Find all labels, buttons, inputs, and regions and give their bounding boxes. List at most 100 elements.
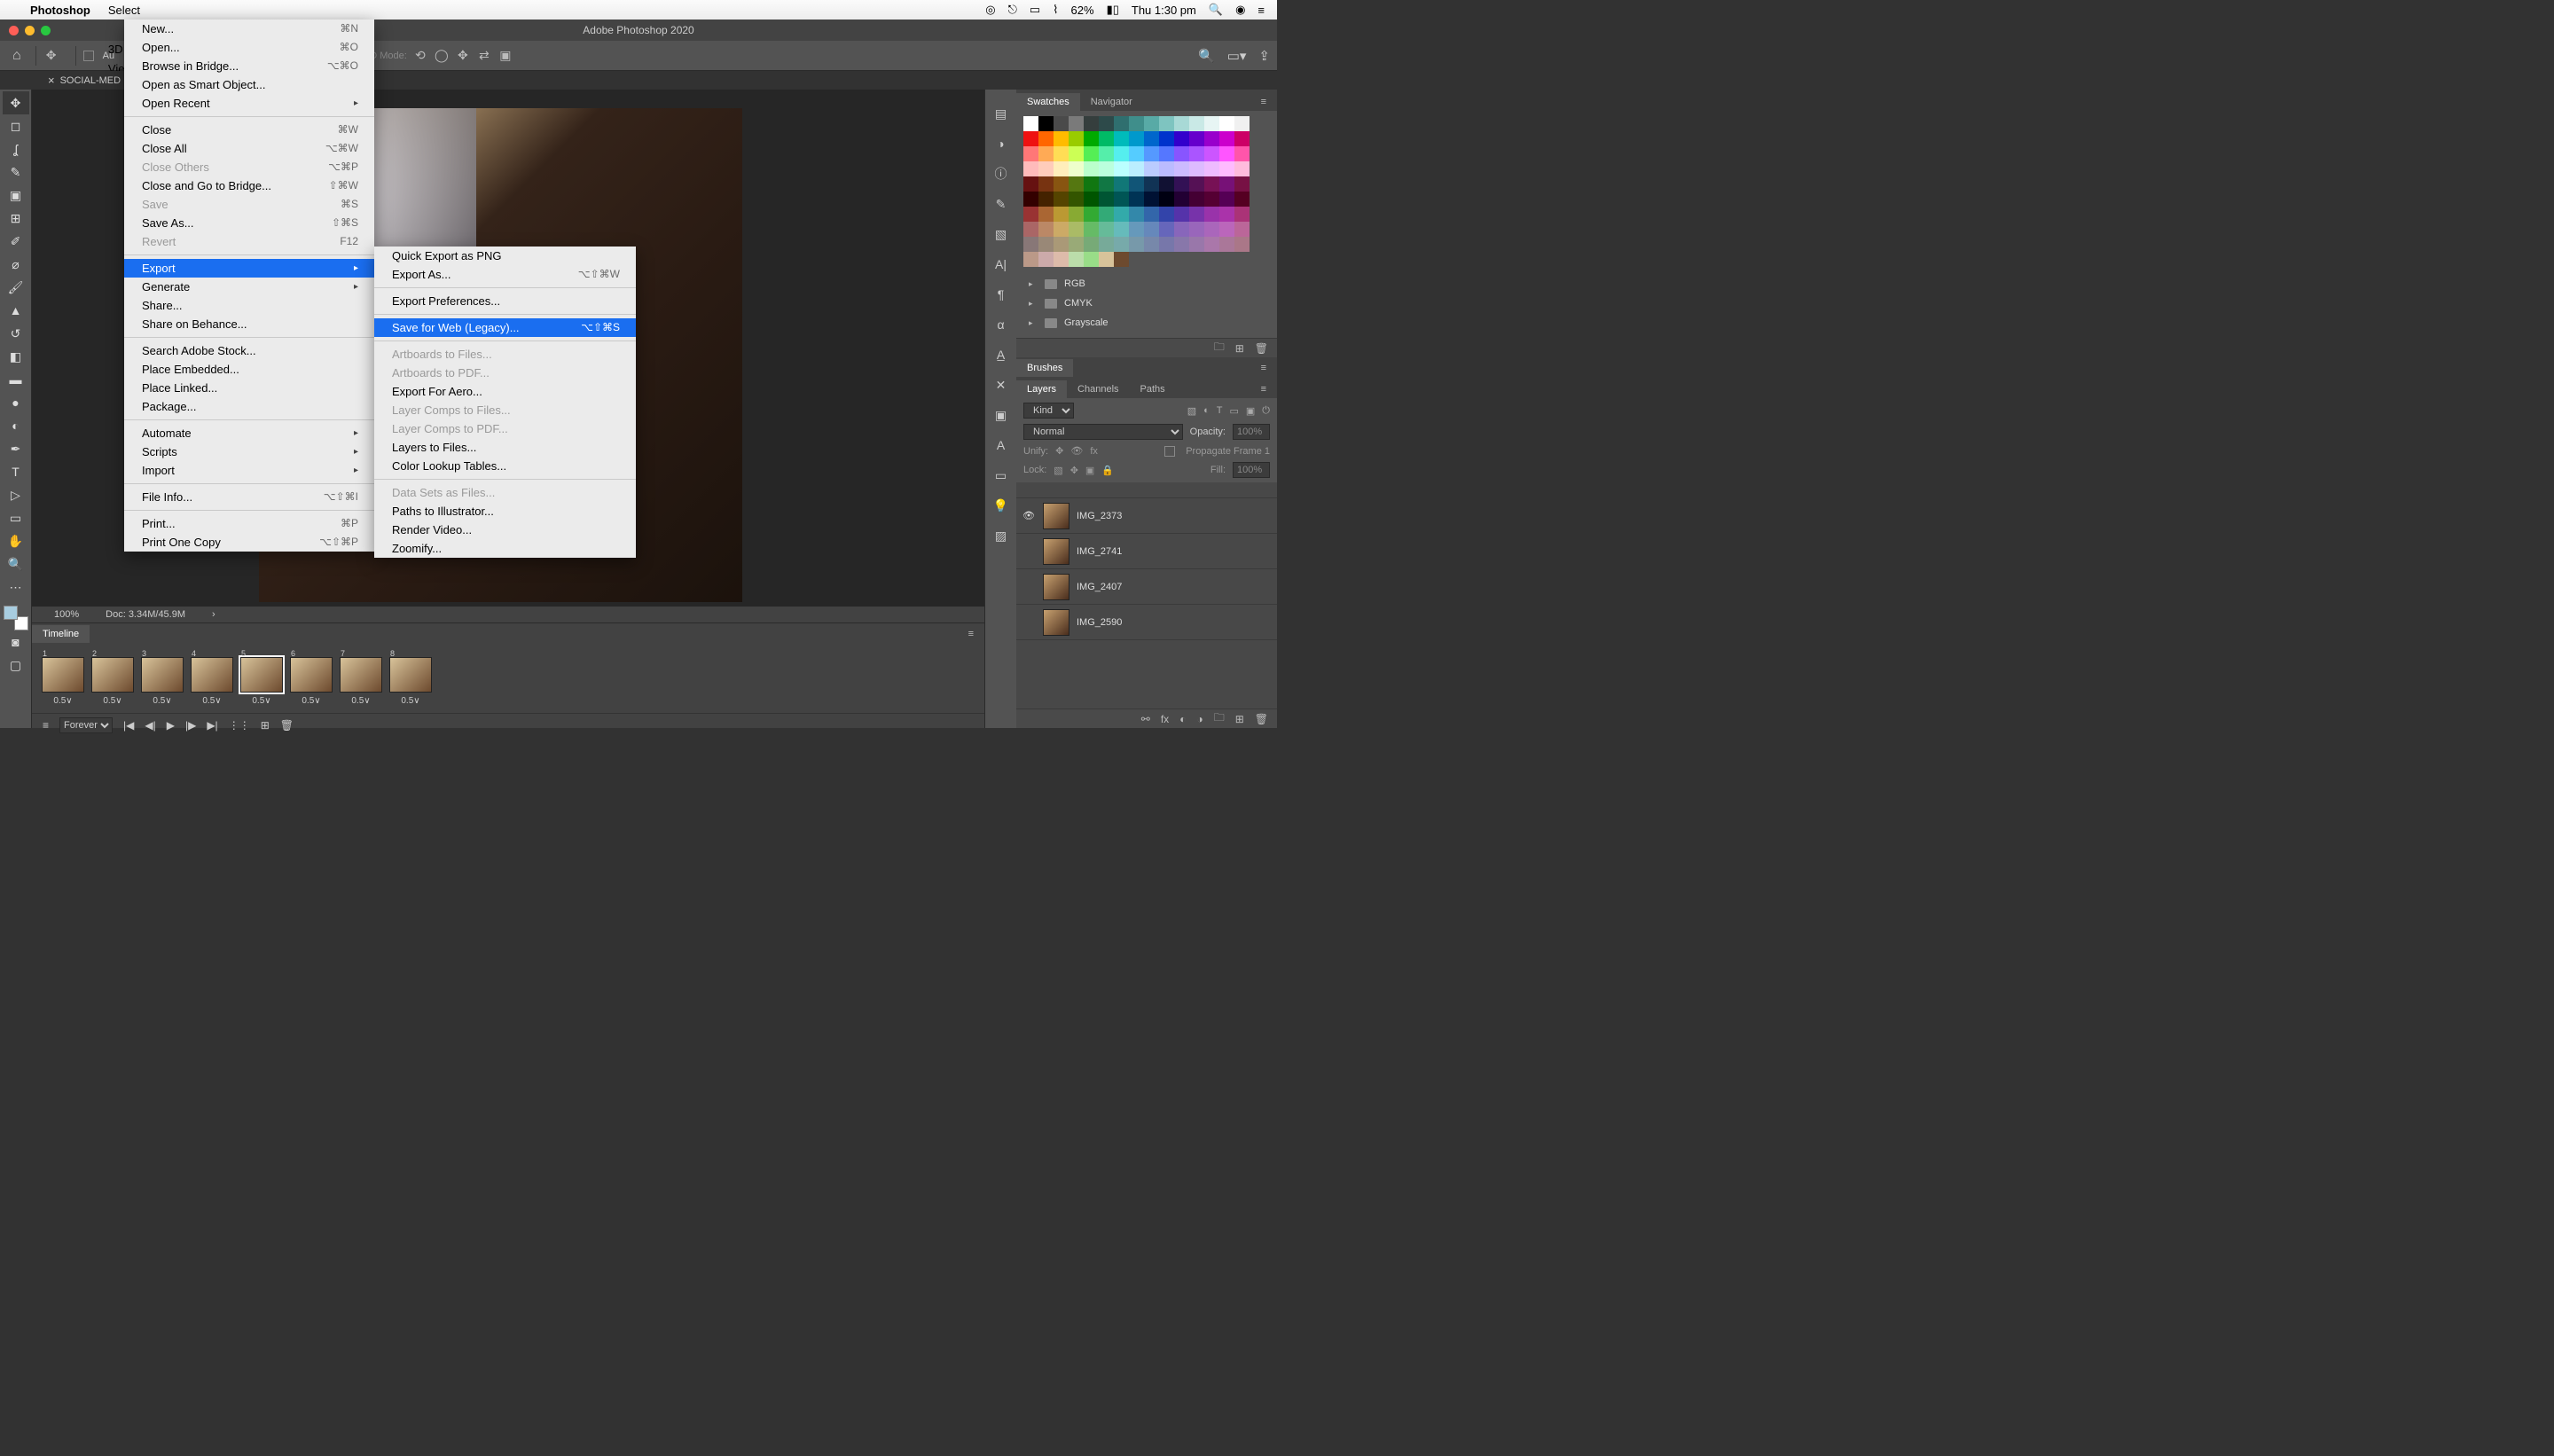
lock-position-icon[interactable]: ✥ xyxy=(1070,465,1078,476)
menu-select[interactable]: Select xyxy=(99,0,158,20)
swatch[interactable] xyxy=(1129,237,1144,252)
swatch[interactable] xyxy=(1159,161,1174,176)
status-arrow-icon[interactable]: › xyxy=(212,609,215,620)
quick-select-tool[interactable]: ✎ xyxy=(3,160,29,184)
swatch[interactable] xyxy=(1174,161,1189,176)
zoom-tool[interactable]: 🔍 xyxy=(3,552,29,575)
lock-pixels-icon[interactable]: ▧ xyxy=(1054,465,1062,476)
swatch[interactable] xyxy=(1159,131,1174,146)
swatch[interactable] xyxy=(1038,161,1054,176)
properties-panel-icon[interactable]: ✕ xyxy=(990,373,1013,396)
layer-mask-icon[interactable]: ◐ xyxy=(1179,713,1186,725)
menu-item[interactable]: Open as Smart Object... xyxy=(124,75,374,94)
visibility-icon[interactable]: 👁 xyxy=(1022,510,1036,521)
swatch[interactable] xyxy=(1023,252,1038,267)
swatch[interactable] xyxy=(1159,146,1174,161)
swatch[interactable] xyxy=(1219,176,1234,192)
workspace-icon[interactable]: ▭▾ xyxy=(1227,48,1247,64)
delete-layer-icon[interactable]: 🗑 xyxy=(1255,713,1268,725)
swatch[interactable] xyxy=(1023,116,1038,131)
swatch[interactable] xyxy=(1204,176,1219,192)
swatch[interactable] xyxy=(1204,207,1219,222)
swatch[interactable] xyxy=(1129,146,1144,161)
swatch[interactable] xyxy=(1054,237,1069,252)
new-frame-icon[interactable]: ⊞ xyxy=(261,719,270,732)
history-panel-icon[interactable]: ▤ xyxy=(990,102,1013,125)
swatch[interactable] xyxy=(1099,207,1114,222)
spotlight-icon[interactable]: 🔍 xyxy=(1209,3,1223,17)
new-fill-icon[interactable]: ◑ xyxy=(1196,713,1203,725)
swatch[interactable] xyxy=(1069,252,1084,267)
menu-item[interactable]: Color Lookup Tables... xyxy=(374,457,636,475)
filter-pixel-icon[interactable]: ▧ xyxy=(1187,405,1196,417)
swatch[interactable] xyxy=(1114,252,1129,267)
marquee-tool[interactable]: ◻ xyxy=(3,114,29,137)
window-maximize-button[interactable] xyxy=(41,26,51,35)
swatch[interactable] xyxy=(1069,161,1084,176)
swatch[interactable] xyxy=(1069,192,1084,207)
filter-smart-icon[interactable]: ▣ xyxy=(1246,405,1255,417)
swatch[interactable] xyxy=(1054,222,1069,237)
swatch[interactable] xyxy=(1069,146,1084,161)
menu-item[interactable]: Open...⌘O xyxy=(124,38,374,57)
swatch[interactable] xyxy=(1159,176,1174,192)
swatch[interactable] xyxy=(1204,116,1219,131)
timeline-frame[interactable]: 60.5∨ xyxy=(289,650,333,706)
swatch[interactable] xyxy=(1069,131,1084,146)
layer-row[interactable]: IMG_2741 xyxy=(1016,534,1277,569)
panel-menu-icon[interactable]: ≡ xyxy=(1250,359,1277,377)
swatch[interactable] xyxy=(1219,237,1234,252)
swatch[interactable] xyxy=(1038,207,1054,222)
frame-duration[interactable]: 0.5∨ xyxy=(351,696,370,706)
swatch[interactable] xyxy=(1159,116,1174,131)
siri-icon[interactable]: ◉ xyxy=(1235,3,1245,17)
menu-item[interactable]: Save for Web (Legacy)...⌥⇧⌘S xyxy=(374,318,636,337)
filter-type-icon[interactable]: T xyxy=(1217,405,1223,417)
swatch[interactable] xyxy=(1219,161,1234,176)
swatch[interactable] xyxy=(1234,116,1250,131)
layer-fx-icon[interactable]: fx xyxy=(1161,713,1169,725)
lock-artboard-icon[interactable]: ▣ xyxy=(1085,465,1094,476)
swatch[interactable] xyxy=(1054,192,1069,207)
battery-icon[interactable]: ▮▯ xyxy=(1107,3,1119,17)
crop-tool[interactable]: ▣ xyxy=(3,184,29,207)
swatch[interactable] xyxy=(1219,207,1234,222)
opacity-field[interactable] xyxy=(1233,424,1270,440)
swatch[interactable] xyxy=(1219,131,1234,146)
swatch[interactable] xyxy=(1129,116,1144,131)
filter-shape-icon[interactable]: ▭ xyxy=(1229,405,1238,417)
swatch[interactable] xyxy=(1144,116,1159,131)
menu-item[interactable]: Close⌘W xyxy=(124,121,374,139)
swatch[interactable] xyxy=(1054,161,1069,176)
character-panel-icon[interactable]: A| xyxy=(990,253,1013,276)
path-select-tool[interactable]: ▷ xyxy=(3,483,29,506)
layers-tab[interactable]: Layers xyxy=(1016,380,1067,398)
swatch[interactable] xyxy=(1084,237,1099,252)
timeline-frame[interactable]: 20.5∨ xyxy=(90,650,135,706)
menu-item[interactable]: Print...⌘P xyxy=(124,514,374,533)
swatch[interactable] xyxy=(1054,116,1069,131)
swatch-folder[interactable]: Grayscale xyxy=(1023,313,1270,333)
delete-swatch-icon[interactable]: 🗑 xyxy=(1255,342,1268,355)
swatch[interactable] xyxy=(1084,176,1099,192)
layer-row[interactable]: IMG_2590 xyxy=(1016,605,1277,640)
history-brush-tool[interactable]: ↺ xyxy=(3,322,29,345)
swatch[interactable] xyxy=(1038,237,1054,252)
swatch[interactable] xyxy=(1099,252,1114,267)
swatch[interactable] xyxy=(1023,192,1038,207)
menu-item[interactable]: Import xyxy=(124,461,374,480)
swatch[interactable] xyxy=(1069,176,1084,192)
swatch[interactable] xyxy=(1189,161,1204,176)
swatch[interactable] xyxy=(1234,131,1250,146)
unify-style-icon[interactable]: fx xyxy=(1090,446,1098,457)
swatch[interactable] xyxy=(1159,237,1174,252)
foreground-background-colors[interactable] xyxy=(4,606,28,630)
swatch[interactable] xyxy=(1174,237,1189,252)
swatch[interactable] xyxy=(1234,192,1250,207)
frame-duration[interactable]: 0.5∨ xyxy=(252,696,270,706)
swatch[interactable] xyxy=(1038,131,1054,146)
timeline-frame[interactable]: 10.5∨ xyxy=(41,650,85,706)
search-icon[interactable]: 🔍 xyxy=(1198,48,1215,64)
frame-duration[interactable]: 0.5∨ xyxy=(103,696,121,706)
patterns-panel-icon[interactable]: ▨ xyxy=(990,524,1013,547)
